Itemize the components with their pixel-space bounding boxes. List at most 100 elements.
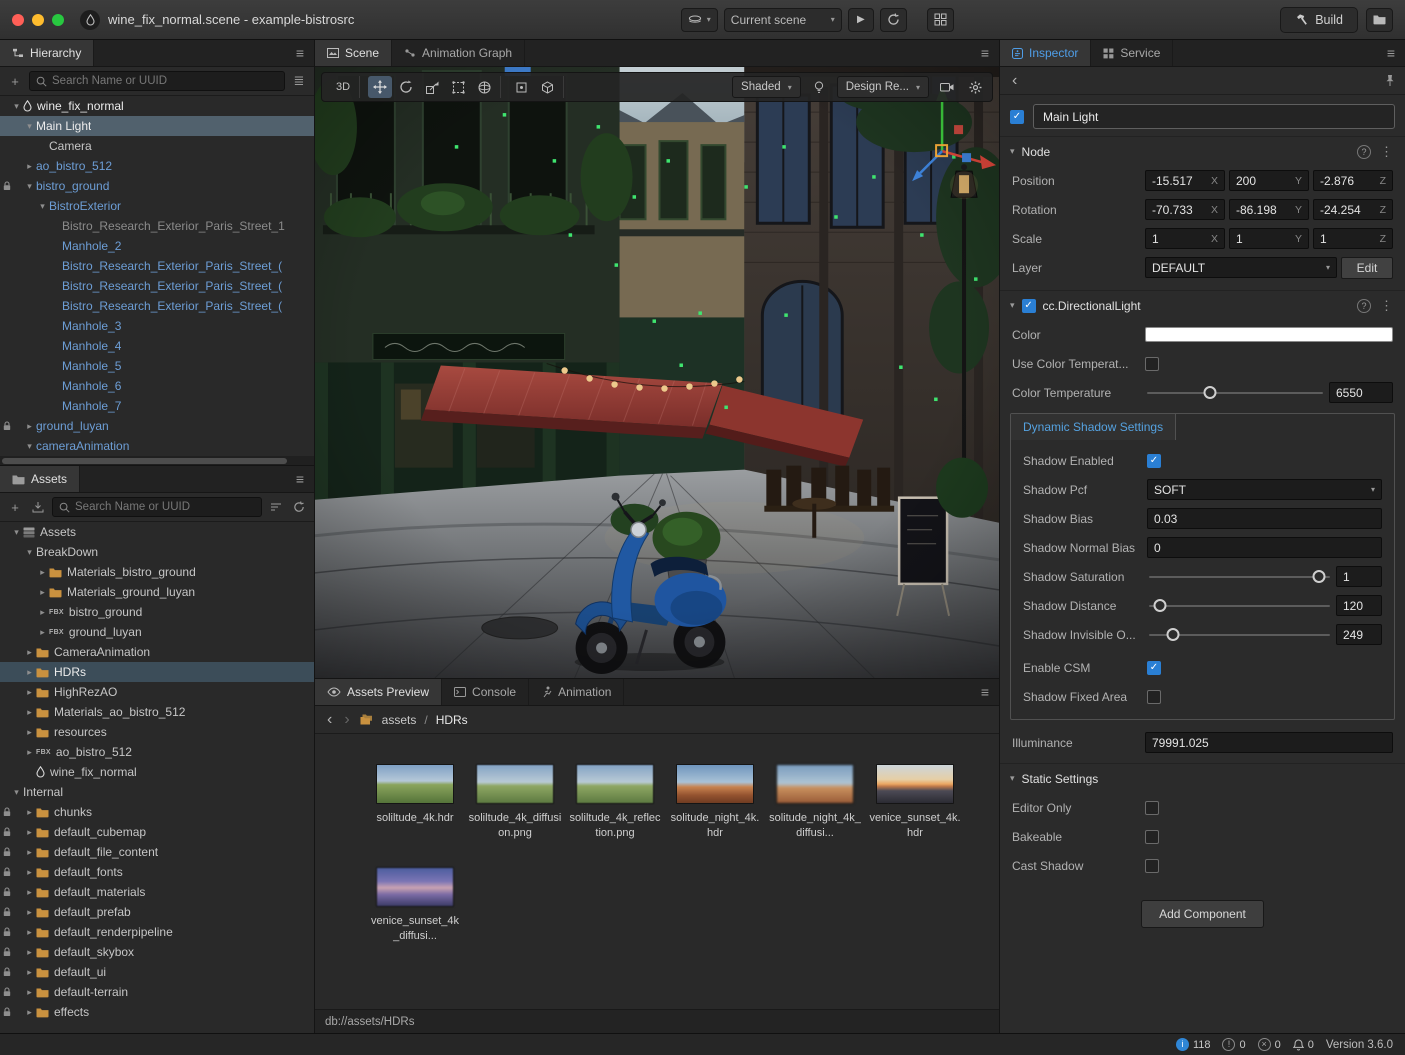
slider-handle[interactable]: [1312, 569, 1326, 583]
shadow-distance-slider[interactable]: [1147, 596, 1332, 616]
tree-item-camera[interactable]: Camera: [0, 136, 314, 156]
create-asset-button[interactable]: +: [6, 498, 24, 516]
scale-y-input[interactable]: 1Y: [1229, 228, 1309, 249]
expand-arrow[interactable]: ▾: [36, 201, 49, 212]
move-tool-button[interactable]: [368, 76, 392, 98]
light-enabled-checkbox[interactable]: ✓: [1021, 298, 1036, 313]
expand-arrow[interactable]: ▸: [23, 947, 36, 958]
console-tab[interactable]: Console: [442, 679, 530, 705]
hierarchy-searchbox[interactable]: [29, 71, 285, 91]
expand-arrow[interactable]: ▸: [23, 667, 36, 678]
tree-item-manhole-6[interactable]: Manhole_6: [0, 376, 314, 396]
node-menu-icon[interactable]: ⋮: [1378, 144, 1395, 160]
expand-arrow[interactable]: ▸: [23, 647, 36, 658]
tree-item-default-prefab[interactable]: ▸ default_prefab: [0, 902, 314, 922]
shadow-invisible-value[interactable]: 249: [1336, 624, 1382, 645]
asset-thumbnail[interactable]: venice_sunset_4k.hdr: [865, 764, 965, 841]
collapse-caret-icon[interactable]: ▾: [1010, 146, 1015, 157]
expand-arrow[interactable]: ▾: [10, 787, 23, 798]
tree-item-main-light[interactable]: ▾ Main Light: [0, 116, 314, 136]
tree-item-breakdown[interactable]: ▾ BreakDown: [0, 542, 314, 562]
editor-only-checkbox[interactable]: ✓: [1145, 800, 1159, 815]
error-log-button[interactable]: × 0: [1257, 1038, 1281, 1051]
expand-arrow[interactable]: ▾: [10, 101, 23, 112]
tree-item-manhole-3[interactable]: Manhole_3: [0, 316, 314, 336]
build-button[interactable]: Build: [1280, 6, 1358, 33]
illuminance-input[interactable]: 79991.025: [1145, 732, 1393, 753]
warning-log-button[interactable]: ! 0: [1222, 1038, 1246, 1051]
pin-icon[interactable]: [1385, 74, 1395, 87]
expand-arrow[interactable]: ▾: [23, 181, 36, 192]
slider-handle[interactable]: [1153, 598, 1167, 612]
tree-item-ao-bistro-512[interactable]: ▸ FBX ao_bistro_512: [0, 742, 314, 762]
shadow-distance-value[interactable]: 120: [1336, 595, 1382, 616]
tree-item-default-terrain[interactable]: ▸ default-terrain: [0, 982, 314, 1002]
asset-thumbnail[interactable]: solitude_night_4k.hdr: [665, 764, 765, 841]
hierarchy-view-toggle-button[interactable]: ≣: [290, 72, 308, 90]
asset-thumbnail[interactable]: soliltude_4k_reflection.png: [565, 764, 665, 841]
expand-arrow[interactable]: ▸: [23, 927, 36, 938]
animation-graph-tab[interactable]: Animation Graph: [392, 40, 526, 66]
tree-item-wine-fix-normal[interactable]: ▾ wine_fix_normal: [0, 96, 314, 116]
hierarchy-menu-button[interactable]: ≡: [286, 40, 314, 66]
tree-item-default-file-content[interactable]: ▸ default_file_content: [0, 842, 314, 862]
tree-item-ground-luyan[interactable]: ▸ FBX ground_luyan: [0, 622, 314, 642]
expand-arrow[interactable]: ▸: [23, 421, 36, 432]
expand-arrow[interactable]: ▸: [23, 967, 36, 978]
back-button[interactable]: ‹: [325, 711, 334, 728]
assets-menu-button[interactable]: ≡: [286, 466, 314, 492]
scene-panel-menu-button[interactable]: ≡: [971, 40, 999, 66]
tree-item-resources[interactable]: ▸ resources: [0, 722, 314, 742]
shadow-saturation-value[interactable]: 1: [1336, 566, 1382, 587]
lighting-toggle-button[interactable]: [807, 76, 831, 98]
scale-x-input[interactable]: 1X: [1145, 228, 1225, 249]
scene-selector-dropdown[interactable]: Current scene ▾: [723, 7, 842, 32]
tree-item-cameraanimation[interactable]: ▾ cameraAnimation: [0, 436, 314, 456]
tree-item-bistro-research-exterior-paris-street-1[interactable]: Bistro_Research_Exterior_Paris_Street_1: [0, 216, 314, 236]
shading-mode-dropdown[interactable]: Shaded ▾: [732, 76, 801, 98]
layer-select[interactable]: DEFAULT ▾: [1145, 257, 1337, 278]
node-active-checkbox[interactable]: ✓: [1010, 109, 1024, 124]
forward-button[interactable]: ›: [342, 711, 351, 728]
tree-item-assets[interactable]: ▾ Assets: [0, 522, 314, 542]
expand-arrow[interactable]: ▸: [36, 567, 49, 578]
assets-preview-tab[interactable]: Assets Preview: [315, 679, 443, 705]
shadow-saturation-slider[interactable]: [1147, 567, 1332, 587]
expand-arrow[interactable]: ▸: [23, 887, 36, 898]
expand-arrow[interactable]: ▸: [23, 867, 36, 878]
camera-settings-button[interactable]: [935, 76, 959, 98]
transform-gizmo-button[interactable]: [472, 76, 496, 98]
help-icon[interactable]: ?: [1357, 144, 1371, 159]
rotation-x-input[interactable]: -70.733 X: [1145, 199, 1225, 220]
light-menu-icon[interactable]: ⋮: [1378, 298, 1395, 314]
layer-edit-button[interactable]: Edit: [1341, 256, 1393, 279]
hierarchy-tab[interactable]: Hierarchy: [0, 40, 95, 66]
inspector-tab[interactable]: Inspector: [1000, 40, 1092, 66]
service-tab[interactable]: Service: [1091, 40, 1174, 66]
expand-arrow[interactable]: ▸: [23, 687, 36, 698]
dynamic-shadow-settings-tab[interactable]: Dynamic Shadow Settings: [1011, 414, 1177, 440]
static-settings-header[interactable]: ▾ Static Settings: [1000, 763, 1405, 793]
shadow-invisible-slider[interactable]: [1147, 625, 1332, 645]
tree-item-default-ui[interactable]: ▸ default_ui: [0, 962, 314, 982]
tree-item-default-fonts[interactable]: ▸ default_fonts: [0, 862, 314, 882]
tree-item-cameraanimation[interactable]: ▸ CameraAnimation: [0, 642, 314, 662]
expand-arrow[interactable]: ▸: [23, 707, 36, 718]
inspector-menu-button[interactable]: ≡: [1377, 40, 1405, 66]
minimize-window-button[interactable]: [32, 13, 44, 26]
shadow-bias-input[interactable]: 0.03: [1147, 508, 1382, 529]
tree-item-manhole-4[interactable]: Manhole_4: [0, 336, 314, 356]
expand-arrow[interactable]: ▸: [36, 627, 49, 638]
import-asset-button[interactable]: [29, 498, 47, 516]
expand-arrow[interactable]: ▾: [10, 527, 23, 538]
tree-item-manhole-7[interactable]: Manhole_7: [0, 396, 314, 416]
tree-item-effects[interactable]: ▸ effects: [0, 1002, 314, 1022]
position-x-input[interactable]: -15.517 X: [1145, 170, 1225, 191]
color-temperature-value[interactable]: 6550: [1329, 382, 1393, 403]
design-resolution-dropdown[interactable]: Design Re... ▾: [836, 76, 929, 98]
tree-item-manhole-2[interactable]: Manhole_2: [0, 236, 314, 256]
expand-arrow[interactable]: ▸: [36, 587, 49, 598]
notifications-button[interactable]: 0: [1292, 1039, 1314, 1051]
position-y-input[interactable]: 200 Y: [1229, 170, 1309, 191]
expand-arrow[interactable]: ▾: [23, 547, 36, 558]
